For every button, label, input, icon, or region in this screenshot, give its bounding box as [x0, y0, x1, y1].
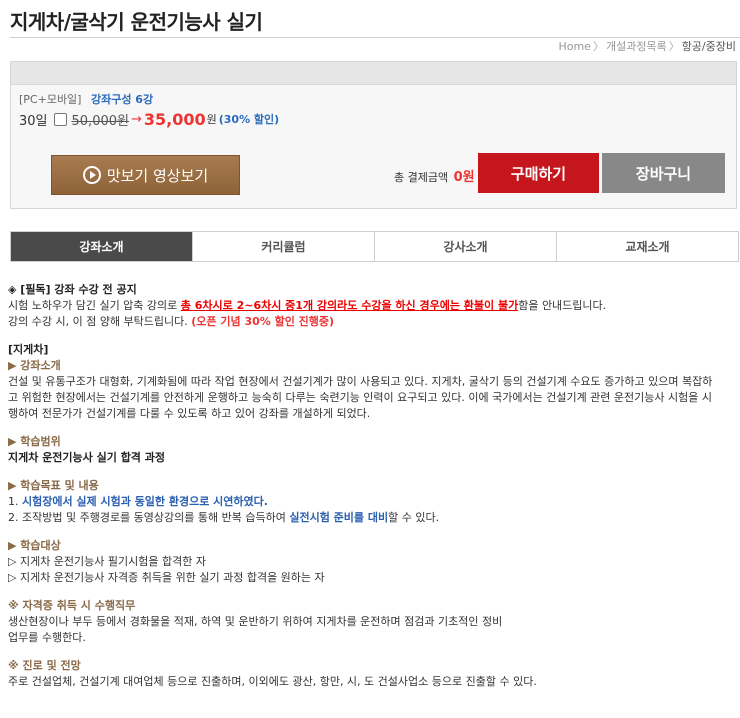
course-box-header: [11, 62, 736, 85]
total-label: 총 결제금액: [394, 171, 449, 184]
course-category: [지게차]: [8, 343, 49, 356]
course-select-checkbox[interactable]: [53, 112, 67, 126]
price-option: 30일 50,000원 → 35,000 원 (30% 할인): [19, 108, 279, 130]
breadcrumb-category[interactable]: 개설과정목록: [606, 40, 667, 53]
breadcrumb-current[interactable]: 항공/중장비: [682, 40, 736, 53]
intro-heading: ▶ 강좌소개: [8, 359, 61, 372]
refund-warning: 총 6차시로 2~6차시 중1개 강의라도 수강을 하신 경우에는 환불이 불가: [180, 299, 519, 312]
goal-item: 1. 시험장에서 실제 시험과 동일한 환경으로 시연하였다.: [8, 494, 738, 510]
goal-text: 2. 조작방법 및 주행경로를 동영상강의를 통해 반복 습득하여: [8, 511, 290, 524]
notice-text: 강의 수강 시, 이 점 양해 부탁드립니다.: [8, 315, 192, 328]
cart-button[interactable]: 장바구니: [602, 153, 725, 193]
composition-label: 강좌구성 6강: [90, 93, 154, 106]
notice-title: ◈ [필독] 강좌 수강 전 공지: [8, 283, 137, 296]
intro-line: 행하여 전문가가 건설기계를 다룰 수 있도록 하고 있어 강좌를 개설하게 되…: [8, 407, 371, 420]
price-arrow: →: [130, 111, 142, 127]
notice-text: 함을 안내드립니다.: [518, 299, 607, 312]
goal-text: 할 수 있다.: [388, 511, 440, 524]
goal-item: 2. 조작방법 및 주행경로를 동영상강의를 통해 반복 습득하여 실전시험 준…: [8, 510, 738, 526]
notice-text: 시험 노하우가 담긴 실기 압축 강의로: [8, 299, 181, 312]
breadcrumb-separator: 〉: [592, 40, 604, 53]
duration-label: 30일: [19, 113, 48, 129]
tab-textbook[interactable]: 교재소개: [557, 232, 738, 261]
breadcrumb: Home 〉 개설과정목록 〉 항공/중장비: [558, 38, 736, 54]
notice-line-2: 강의 수강 시, 이 점 양해 부탁드립니다. (오픈 기념 30% 할인 진행…: [8, 314, 738, 330]
course-info: [PC+모바일] 강좌구성 6강: [19, 91, 153, 107]
target-item: ▷ 지게차 운전기능사 필기시험을 합격한 자: [8, 555, 206, 568]
tab-curriculum[interactable]: 커리큘럼: [193, 232, 375, 261]
goal-highlight: 실전시험 준비를 대비: [289, 511, 389, 524]
title-bar: 지게차/굴삭기 운전기능사 실기: [10, 6, 740, 38]
breadcrumb-separator: 〉: [668, 40, 680, 53]
sale-price: 35,000: [143, 109, 206, 129]
intro-line: 고 위험한 현장에서는 건설기계를 안전하게 운행하고 능숙히 다루는 숙련기능…: [8, 391, 712, 404]
discount-label: (30% 할인): [218, 113, 280, 126]
original-price: 50,000원: [71, 113, 129, 129]
target-heading: ▶ 학습대상: [8, 539, 61, 552]
notice-line-1: 시험 노하우가 담긴 실기 압축 강의로 총 6차시로 2~6차시 중1개 강의…: [8, 298, 738, 314]
discount-notice: (오픈 기념 30% 할인 진행중): [191, 315, 335, 328]
duties-line: 생산현장이나 부두 등에서 경화물을 적재, 하역 및 운반하기 위하여 지게차…: [8, 615, 503, 628]
goal-highlight: 시험장에서 실제 시험과 동일한 환경으로 시연하였다.: [22, 495, 268, 508]
duties-heading: ※ 자격증 취득 시 수행직무: [8, 599, 136, 612]
preview-video-button[interactable]: 맛보기 영상보기: [51, 155, 240, 195]
goals-heading: ▶ 학습목표 및 내용: [8, 479, 99, 492]
total-amount: 0원: [453, 170, 475, 185]
target-item: ▷ 지게차 운전기능사 자격증 취득을 위한 실기 과정 합격을 원하는 자: [8, 571, 325, 584]
tab-instructor[interactable]: 강사소개: [375, 232, 557, 261]
total-payment: 총 결제금액 0원: [394, 166, 475, 185]
tab-bar: 강좌소개 커리큘럼 강사소개 교재소개: [10, 231, 739, 262]
platform-label: [PC+모바일]: [19, 93, 82, 106]
scope-heading: ▶ 학습범위: [8, 435, 61, 448]
preview-video-label: 맛보기 영상보기: [106, 166, 209, 185]
course-purchase-box: [PC+모바일] 강좌구성 6강 30일 50,000원 → 35,000 원 (…: [10, 61, 737, 209]
scope-text: 지게차 운전기능사 실기 합격 과정: [8, 451, 165, 464]
breadcrumb-home[interactable]: Home: [558, 40, 590, 53]
page-title: 지게차/굴삭기 운전기능사 실기: [10, 10, 263, 34]
course-description: ◈ [필독] 강좌 수강 전 공지 시험 노하우가 담긴 실기 압축 강의로 총…: [8, 282, 738, 690]
currency-unit: 원: [206, 113, 217, 126]
career-text: 주로 건설업체, 건설기계 대여업체 등으로 진출하며, 이외에도 광산, 항만…: [8, 675, 537, 688]
play-icon: [82, 166, 101, 184]
duties-line: 업무를 수행한다.: [8, 631, 86, 644]
buy-button[interactable]: 구매하기: [478, 153, 599, 193]
goal-number: 1.: [8, 495, 22, 508]
tab-course-intro[interactable]: 강좌소개: [11, 232, 193, 261]
intro-line: 건설 및 유통구조가 대형화, 기계화됨에 따라 작업 현장에서 건설기계가 많…: [8, 375, 713, 388]
career-heading: ※ 진로 및 전망: [8, 659, 81, 672]
